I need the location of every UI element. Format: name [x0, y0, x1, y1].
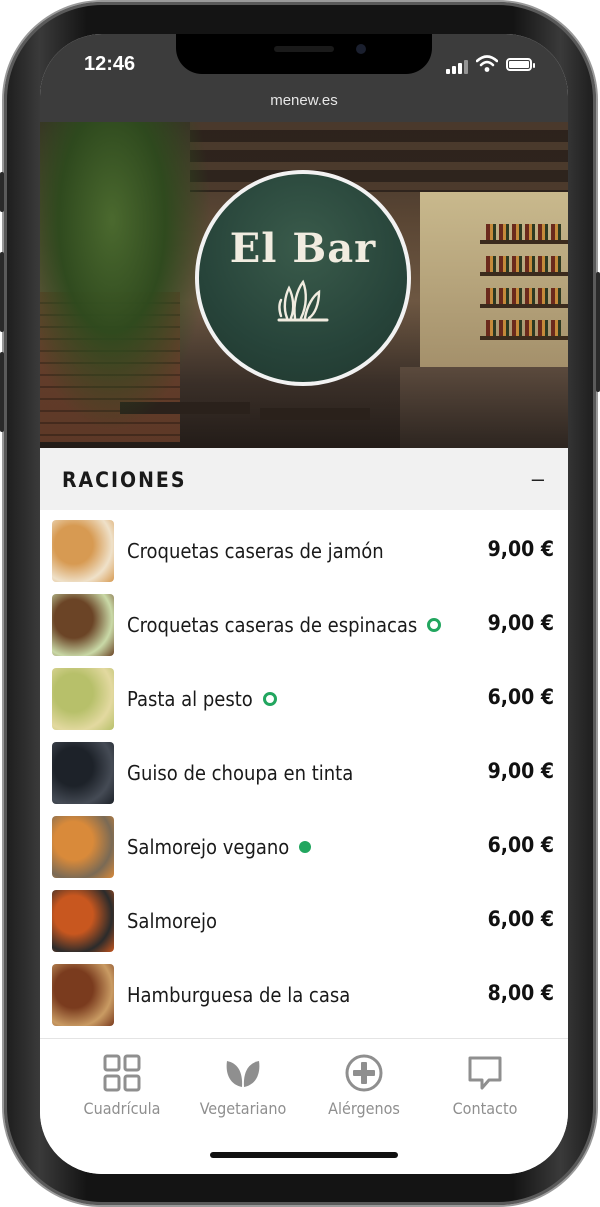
nav-alergenos[interactable]: Alérgenos	[304, 1053, 424, 1118]
dish-photo[interactable]	[52, 594, 114, 656]
nav-label: Cuadrícula	[83, 1099, 161, 1118]
dish-price: 8,00 €	[487, 981, 554, 1005]
dish-name: Salmorejo	[127, 909, 217, 933]
dish-name: Guiso de choupa en tinta	[127, 761, 353, 785]
dish-price: 6,00 €	[487, 833, 554, 857]
menu-list: Croquetas caseras de jamón 9,00 € Croqueta…	[40, 510, 568, 1028]
vegan-dot-icon	[299, 840, 312, 853]
phone-screen: 12:46 menew.es El Bar RACIONES – Croquet…	[40, 34, 568, 1174]
grid-icon	[103, 1054, 141, 1092]
dish-name-text: Croquetas caseras de espinacas	[127, 613, 418, 637]
dish-name: Salmorejo vegano	[127, 835, 312, 859]
speaker	[274, 46, 334, 52]
dish-price: 6,00 €	[487, 685, 554, 709]
menu-item[interactable]: Guiso de choupa en tinta 9,00 €	[40, 732, 568, 806]
dish-photo[interactable]	[52, 742, 114, 804]
section-header-raciones[interactable]: RACIONES –	[40, 448, 568, 510]
dish-photo[interactable]	[52, 816, 114, 878]
dish-name-text: Hamburguesa de la casa	[127, 983, 351, 1007]
dish-photo[interactable]	[52, 520, 114, 582]
browser-url[interactable]: menew.es	[40, 92, 568, 109]
menu-item[interactable]: Pasta al pesto 6,00 €	[40, 658, 568, 732]
dish-name: Pasta al pesto	[127, 687, 277, 711]
dish-name-text: Croquetas caseras de jamón	[127, 539, 384, 563]
dish-photo[interactable]	[52, 668, 114, 730]
volume-down-button	[0, 352, 4, 432]
dish-name-text: Salmorejo	[127, 909, 218, 933]
menu-item[interactable]: Croquetas caseras de jamón 9,00 €	[40, 510, 568, 584]
nav-vegetariano[interactable]: Vegetariano	[183, 1053, 303, 1118]
status-time: 12:46	[84, 53, 136, 75]
dish-price: 9,00 €	[487, 611, 554, 635]
restaurant-name: El Bar	[229, 224, 377, 272]
menu-item[interactable]: Croquetas caseras de espinacas 9,00 €	[40, 584, 568, 658]
dish-price: 9,00 €	[487, 537, 554, 561]
power-button	[596, 272, 600, 392]
dish-price: 6,00 €	[487, 907, 554, 931]
nav-label: Alérgenos	[328, 1099, 400, 1118]
home-indicator[interactable]	[210, 1152, 398, 1158]
status-bar: 12:46 menew.es	[40, 34, 568, 122]
nav-label: Contacto	[452, 1099, 518, 1118]
dish-photo[interactable]	[52, 964, 114, 1026]
leaf-sprig-icon	[277, 279, 329, 321]
leaf-icon	[226, 1061, 260, 1087]
menu-item[interactable]: Salmorejo vegano 6,00 €	[40, 806, 568, 880]
section-title: RACIONES	[62, 468, 187, 492]
dish-name-text: Guiso de choupa en tinta	[127, 761, 354, 785]
menu-item[interactable]: Hamburguesa de la casa 8,00 €	[40, 954, 568, 1028]
wifi-icon	[476, 55, 498, 72]
plus-circle-icon	[345, 1054, 383, 1092]
mute-switch	[0, 172, 4, 212]
dish-name-text: Pasta al pesto	[127, 687, 253, 711]
chat-bubble-icon	[468, 1056, 502, 1090]
signal-icon	[446, 60, 470, 74]
dish-name: Hamburguesa de la casa	[127, 983, 350, 1007]
volume-up-button	[0, 252, 4, 332]
dish-photo[interactable]	[52, 890, 114, 952]
front-camera	[356, 44, 366, 54]
battery-icon	[506, 58, 535, 71]
dish-name: Croquetas caseras de espinacas	[127, 613, 442, 637]
dish-name-text: Salmorejo vegano	[127, 835, 290, 859]
phone-frame: 12:46 menew.es El Bar RACIONES – Croquet…	[0, 2, 600, 1205]
nav-contacto[interactable]: Contacto	[425, 1053, 545, 1118]
vegetarian-dot-icon	[262, 691, 277, 706]
restaurant-logo: El Bar	[195, 170, 411, 386]
nav-label: Vegetariano	[199, 1099, 287, 1118]
dish-price: 9,00 €	[487, 759, 554, 783]
menu-item[interactable]: Salmorejo 6,00 €	[40, 880, 568, 954]
collapse-toggle[interactable]: –	[532, 466, 544, 492]
notch	[176, 34, 432, 74]
vegetarian-dot-icon	[427, 617, 442, 632]
dish-name: Croquetas caseras de jamón	[127, 539, 384, 563]
nav-cuadricula[interactable]: Cuadrícula	[62, 1053, 182, 1118]
